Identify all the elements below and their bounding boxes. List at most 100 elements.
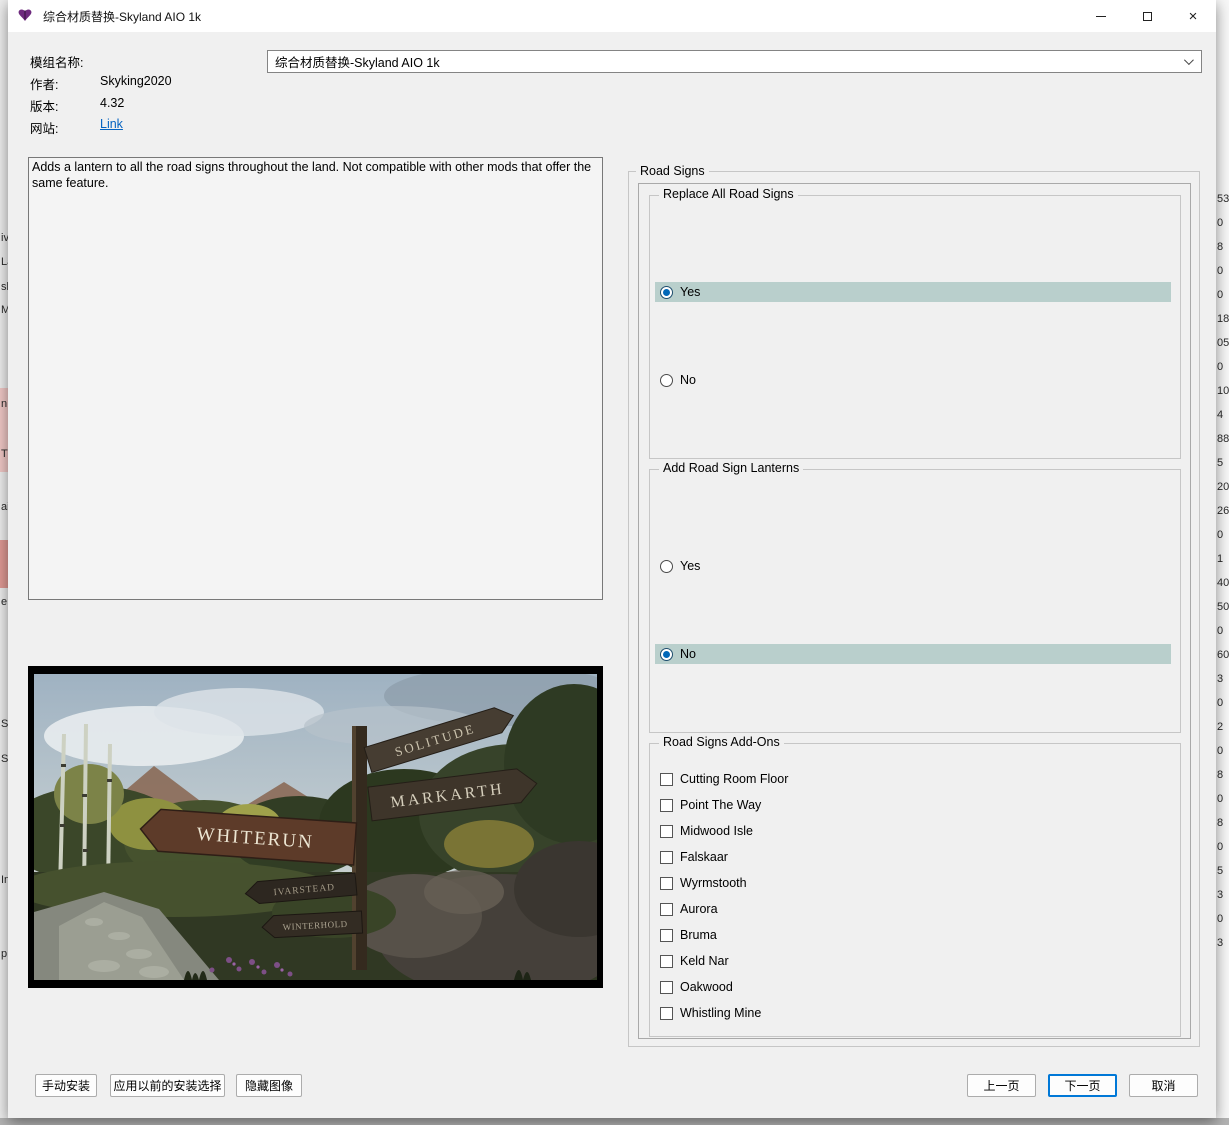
- checkbox-cutting-room-floor[interactable]: Cutting Room Floor: [655, 769, 1171, 789]
- background-window-edge: [0, 1118, 1229, 1125]
- background-text-fragment: 4: [1217, 409, 1224, 421]
- background-text-fragment: 3: [1217, 937, 1224, 949]
- title-bar: 综合材质替换-Skyland AIO 1k ×: [8, 0, 1216, 32]
- checkbox-falskaar[interactable]: Falskaar: [655, 847, 1171, 867]
- background-text-fragment: 53: [1217, 193, 1229, 205]
- option-label: Aurora: [680, 902, 718, 916]
- background-text-fragment: 0: [1217, 529, 1224, 541]
- background-text-fragment: 18: [1217, 313, 1229, 325]
- checkbox-wyrmstooth[interactable]: Wyrmstooth: [655, 873, 1171, 893]
- option-label: Bruma: [680, 928, 717, 942]
- manual-install-button[interactable]: 手动安装: [35, 1074, 97, 1097]
- road-signs-panel: Road Signs Replace All Road Signs Yes No…: [628, 164, 1200, 1047]
- edge-right: 53 0 8 0 0 18 05 0 10 4 88 5 20 26 0 1 40 50 0 60 3 0 2 0 8 0 8 0 5 3…: [1216, 0, 1229, 1125]
- minimize-button[interactable]: [1078, 0, 1124, 32]
- radio-option-replace-no[interactable]: No: [655, 370, 1171, 390]
- background-text-fragment: 0: [1217, 745, 1224, 757]
- close-button[interactable]: ×: [1170, 0, 1216, 32]
- mod-preview-image[interactable]: SOLITUDE MARKARTH WHITERUN IVARSTEAD WIN…: [28, 666, 603, 988]
- window-controls: ×: [1078, 0, 1216, 32]
- checkbox-midwood-isle[interactable]: Midwood Isle: [655, 821, 1171, 841]
- option-label: Whistling Mine: [680, 1006, 762, 1020]
- author-label: 作者:: [30, 78, 59, 92]
- background-text-fragment: 0: [1217, 289, 1224, 301]
- checkbox-oakwood[interactable]: Oakwood: [655, 977, 1171, 997]
- cancel-button[interactable]: 取消: [1129, 1074, 1198, 1097]
- app-icon: [17, 7, 35, 25]
- background-text-fragment: 5: [1217, 865, 1224, 877]
- background-text-fragment: 8: [1217, 769, 1224, 781]
- background-text-fragment: 10: [1217, 385, 1229, 397]
- background-text-fragment: 50: [1217, 601, 1229, 613]
- close-icon: ×: [1188, 7, 1198, 25]
- background-text-fragment: La: [1, 256, 8, 268]
- background-text-fragment: n: [1, 398, 8, 410]
- background-text-fragment: 0: [1217, 913, 1224, 925]
- panel-title: Road Signs: [636, 164, 709, 178]
- group-road-signs-add-ons: Road Signs Add-Ons Cutting Room Floor Po…: [649, 735, 1181, 1037]
- website-link[interactable]: Link: [100, 117, 123, 131]
- background-text-fragment: 3: [1217, 889, 1224, 901]
- chevron-down-icon: [1183, 55, 1194, 66]
- background-text-fragment: 26: [1217, 505, 1229, 517]
- group-replace-all-road-signs: Replace All Road Signs Yes No: [649, 187, 1181, 459]
- checkbox-point-the-way[interactable]: Point The Way: [655, 795, 1171, 815]
- background-text-fragment: e: [1, 596, 8, 608]
- radio-icon: [660, 559, 673, 573]
- hide-image-button[interactable]: 隐藏图像: [236, 1074, 302, 1097]
- background-text-fragment: p: [1, 948, 8, 960]
- radio-icon: [660, 285, 673, 299]
- option-label: Oakwood: [680, 980, 733, 994]
- group-title: Add Road Sign Lanterns: [659, 461, 804, 475]
- checkbox-icon: [660, 954, 673, 968]
- apply-previous-choices-button[interactable]: 应用以前的安装选择: [110, 1074, 225, 1097]
- radio-option-lanterns-no[interactable]: No: [655, 644, 1171, 664]
- mod-name-label: 模组名称:: [30, 56, 84, 70]
- option-label: Cutting Room Floor: [680, 772, 789, 786]
- background-text-fragment: sl: [1, 281, 8, 293]
- option-label: Falskaar: [680, 850, 728, 864]
- background-text-fragment: M: [1, 304, 8, 316]
- background-text-fragment: 20: [1217, 481, 1229, 493]
- background-text-fragment: T: [1, 448, 8, 460]
- maximize-icon: [1142, 11, 1152, 21]
- background-text-fragment: 0: [1217, 841, 1224, 853]
- background-text-fragment: In: [1, 874, 8, 886]
- option-label: Point The Way: [680, 798, 762, 812]
- background-highlight-row: [0, 540, 8, 588]
- background-text-fragment: 88: [1217, 433, 1229, 445]
- background-text-fragment: 8: [1217, 817, 1224, 829]
- background-text-fragment: 5: [1217, 457, 1224, 469]
- fomod-installer-window: 综合材质替换-Skyland AIO 1k × 模组名称: 综合材质替换-Sky…: [8, 0, 1216, 1118]
- checkbox-keld-nar[interactable]: Keld Nar: [655, 951, 1171, 971]
- mod-name-combobox[interactable]: 综合材质替换-Skyland AIO 1k: [267, 50, 1202, 73]
- radio-option-replace-yes[interactable]: Yes: [655, 282, 1171, 302]
- checkbox-icon: [660, 876, 673, 890]
- minimize-icon: [1096, 15, 1106, 17]
- background-text-fragment: 0: [1217, 625, 1224, 637]
- options-viewport: Replace All Road Signs Yes No Add Road S…: [638, 183, 1191, 1039]
- checkbox-whistling-mine[interactable]: Whistling Mine: [655, 1003, 1171, 1023]
- maximize-button[interactable]: [1124, 0, 1170, 32]
- checkbox-icon: [660, 1006, 673, 1020]
- checkbox-aurora[interactable]: Aurora: [655, 899, 1171, 919]
- version-value: 4.32: [100, 96, 125, 110]
- background-text-fragment: 0: [1217, 265, 1224, 277]
- background-text-fragment: 1: [1217, 553, 1224, 565]
- option-label: No: [680, 373, 696, 387]
- checkbox-icon: [660, 798, 673, 812]
- description-text: Adds a lantern to all the road signs thr…: [32, 160, 592, 191]
- checkbox-icon: [660, 928, 673, 942]
- background-text-fragment: 0: [1217, 793, 1224, 805]
- group-title: Replace All Road Signs: [659, 187, 798, 201]
- radio-icon: [660, 373, 673, 387]
- prev-page-button[interactable]: 上一页: [967, 1074, 1036, 1097]
- radio-option-lanterns-yes[interactable]: Yes: [655, 556, 1171, 576]
- background-text-fragment: 8: [1217, 241, 1224, 253]
- background-text-fragment: 60: [1217, 649, 1229, 661]
- next-page-button[interactable]: 下一页: [1048, 1074, 1117, 1097]
- checkbox-icon: [660, 772, 673, 786]
- background-text-fragment: S: [1, 753, 8, 765]
- option-label: Wyrmstooth: [680, 876, 747, 890]
- checkbox-bruma[interactable]: Bruma: [655, 925, 1171, 945]
